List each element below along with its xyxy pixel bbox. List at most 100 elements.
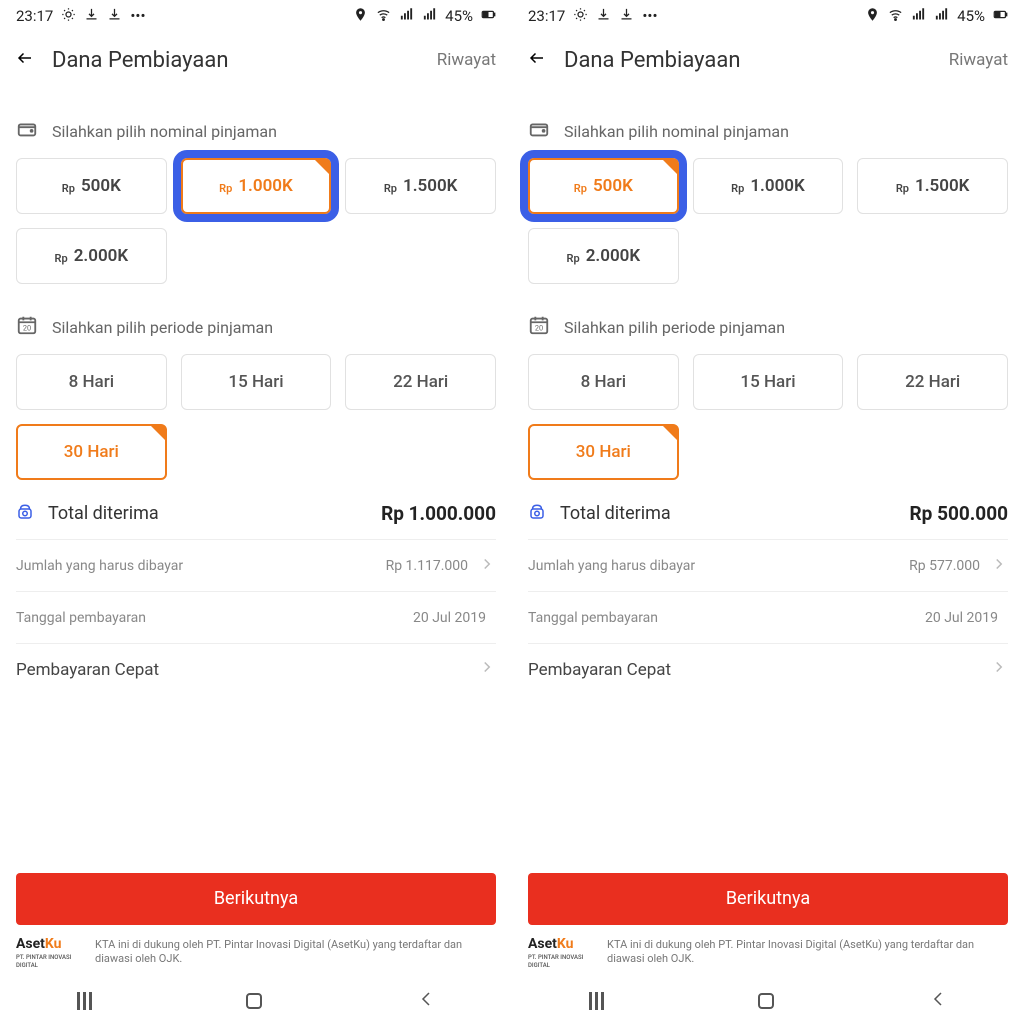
disclaimer-text: KTA ini di dukung oleh PT. Pintar Inovas… [95, 938, 496, 968]
back-button[interactable] [528, 49, 546, 71]
fast-payment-row[interactable]: Pembayaran Cepat [528, 643, 1008, 695]
amount-due-row[interactable]: Jumlah yang harus dibayar Rp 577.000 [528, 539, 1008, 591]
disclaimer: AsetKu PT. PINTAR INOVASI DIGITAL KTA in… [528, 935, 1008, 970]
period-options: 8 Hari15 Hari22 Hari 30 Hari [528, 354, 1008, 480]
app-header: Dana Pembiayaan Riwayat [0, 32, 512, 88]
more-icon: ••• [130, 7, 145, 25]
nominal-option[interactable]: Rp 500K [528, 158, 679, 214]
currency-prefix: Rp [731, 182, 744, 195]
due-date-label: Tanggal pembayaran [528, 610, 925, 626]
status-bar: 23:17 ••• 45% [512, 0, 1024, 32]
back-button[interactable] [16, 49, 34, 71]
period-option[interactable]: 22 Hari [857, 354, 1008, 410]
fast-payment-row[interactable]: Pembayaran Cepat [16, 643, 496, 695]
calendar-icon: 20 [16, 314, 38, 340]
brand-logo: AsetKu PT. PINTAR INOVASI DIGITAL [16, 935, 85, 970]
battery-icon [993, 7, 1008, 26]
currency-prefix: Rp [62, 182, 75, 195]
nominal-option[interactable]: Rp 1.500K [857, 158, 1008, 214]
fast-payment-label: Pembayaran Cepat [528, 660, 990, 680]
nominal-section-label: Silahkan pilih nominal pinjaman [528, 118, 1008, 144]
screenshot: 23:17 ••• 45% Dana Pembiayaan Riwayat [0, 0, 512, 1024]
currency-prefix: Rp [574, 182, 587, 195]
amount-due-label: Jumlah yang harus dibayar [528, 558, 909, 574]
wallet-icon [528, 118, 550, 144]
location-icon [865, 7, 880, 26]
period-option[interactable]: 8 Hari [528, 354, 679, 410]
nominal-section-label: Silahkan pilih nominal pinjaman [16, 118, 496, 144]
location-icon [353, 7, 368, 26]
page-title: Dana Pembiayaan [52, 48, 419, 73]
currency-prefix: Rp [219, 182, 232, 195]
amount-due-row[interactable]: Jumlah yang harus dibayar Rp 1.117.000 [16, 539, 496, 591]
period-options: 8 Hari15 Hari22 Hari 30 Hari [16, 354, 496, 480]
period-option[interactable]: 15 Hari [181, 354, 332, 410]
nominal-option[interactable]: Rp 500K [16, 158, 167, 214]
download-icon [619, 7, 634, 26]
amount-due-value: Rp 577.000 [909, 558, 980, 574]
home-button[interactable] [246, 993, 262, 1009]
fast-payment-label: Pembayaran Cepat [16, 660, 478, 680]
currency-prefix: Rp [567, 252, 580, 265]
recents-button[interactable] [589, 992, 604, 1010]
disclaimer: AsetKu PT. PINTAR INOVASI DIGITAL KTA in… [16, 935, 496, 970]
amount-due-value: Rp 1.117.000 [386, 558, 468, 574]
total-row: Total diterima Rp 500.000 [528, 502, 1008, 525]
recents-button[interactable] [77, 992, 92, 1010]
due-date-row: Tanggal pembayaran 20 Jul 2019 [528, 591, 1008, 643]
period-section-label: 20 Silahkan pilih periode pinjaman [528, 314, 1008, 340]
period-option[interactable]: 30 Hari [528, 424, 679, 480]
calendar-icon: 20 [528, 314, 550, 340]
battery-percent: 45% [445, 7, 473, 25]
currency-prefix: Rp [55, 252, 68, 265]
wallet-icon [16, 118, 38, 144]
next-button[interactable]: Berikutnya [16, 873, 496, 925]
battery-icon [481, 7, 496, 26]
nominal-option[interactable]: Rp 2.000K [16, 228, 167, 284]
period-option[interactable]: 15 Hari [693, 354, 844, 410]
camera-icon [61, 7, 76, 26]
amount-due-label: Jumlah yang harus dibayar [16, 558, 386, 574]
android-nav-bar [512, 978, 1024, 1024]
signal-icon [399, 7, 414, 26]
nominal-option[interactable]: Rp 1.000K [181, 158, 332, 214]
signal-icon [911, 7, 926, 26]
history-link[interactable]: Riwayat [437, 50, 496, 70]
svg-text:20: 20 [23, 324, 31, 333]
total-value: Rp 1.000.000 [381, 502, 496, 525]
total-value: Rp 500.000 [910, 502, 1009, 525]
svg-text:20: 20 [535, 324, 543, 333]
status-bar: 23:17 ••• 45% [0, 0, 512, 32]
nominal-option[interactable]: Rp 1.000K [693, 158, 844, 214]
history-link[interactable]: Riwayat [949, 50, 1008, 70]
brand-logo: AsetKu PT. PINTAR INOVASI DIGITAL [528, 935, 597, 970]
home-button[interactable] [758, 993, 774, 1009]
download-icon [596, 7, 611, 26]
money-bag-icon [528, 503, 546, 525]
total-label: Total diterima [560, 503, 910, 524]
period-option[interactable]: 22 Hari [345, 354, 496, 410]
currency-prefix: Rp [384, 182, 397, 195]
back-nav-button[interactable] [929, 990, 947, 1012]
camera-icon [573, 7, 588, 26]
chevron-right-icon [478, 658, 496, 681]
nominal-options: Rp 500KRp 1.000KRp 1.500K Rp 2.000K [528, 158, 1008, 284]
back-nav-button[interactable] [417, 990, 435, 1012]
chevron-right-icon [990, 555, 1008, 577]
download-icon [107, 7, 122, 26]
nominal-option[interactable]: Rp 1.500K [345, 158, 496, 214]
battery-percent: 45% [957, 7, 985, 25]
period-option[interactable]: 30 Hari [16, 424, 167, 480]
more-icon: ••• [642, 7, 657, 25]
period-section-label: 20 Silahkan pilih periode pinjaman [16, 314, 496, 340]
chevron-right-icon [478, 555, 496, 577]
download-icon [84, 7, 99, 26]
due-date-value: 20 Jul 2019 [925, 610, 998, 626]
total-row: Total diterima Rp 1.000.000 [16, 502, 496, 525]
nominal-option[interactable]: Rp 2.000K [528, 228, 679, 284]
next-button[interactable]: Berikutnya [528, 873, 1008, 925]
period-option[interactable]: 8 Hari [16, 354, 167, 410]
chevron-right-icon [990, 658, 1008, 681]
wifi-icon [888, 7, 903, 26]
app-header: Dana Pembiayaan Riwayat [512, 32, 1024, 88]
